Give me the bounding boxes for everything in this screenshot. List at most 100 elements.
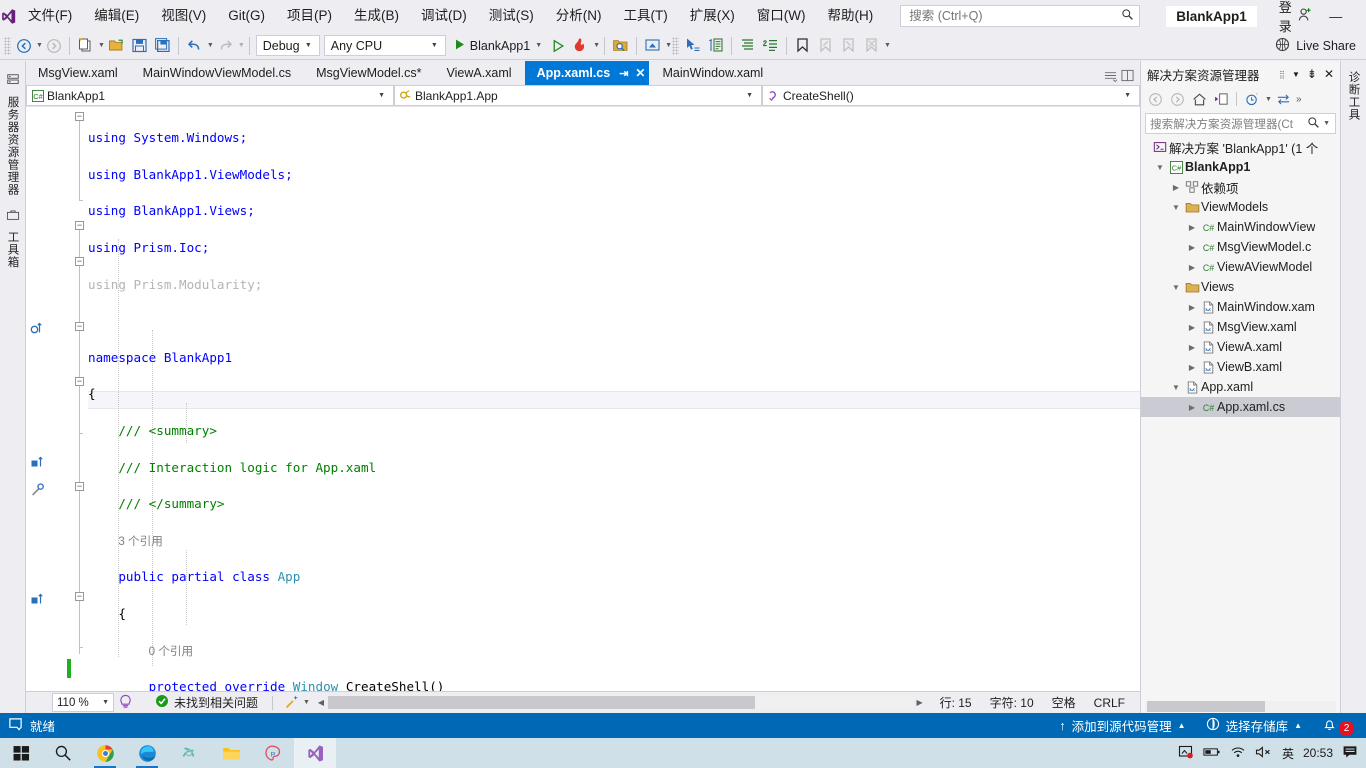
expander-right-icon[interactable]: ▶ [1185, 363, 1199, 372]
taskbar-app-icon[interactable] [168, 738, 210, 768]
expander-right-icon[interactable]: ▶ [1185, 303, 1199, 312]
editor-horizontal-scrollbar[interactable]: ◀ ▶ [314, 696, 927, 710]
indentation-indicator[interactable]: 空格 [1043, 694, 1085, 711]
taskbar-chrome-icon[interactable] [84, 738, 126, 768]
menu-tools[interactable]: 工具(T) [613, 0, 679, 32]
code-cleanup-icon[interactable] [284, 694, 299, 712]
outlining-margin[interactable]: − − − − − − − [72, 107, 88, 691]
project-selector-combo[interactable]: C# BlankApp1 ▼ [26, 85, 394, 106]
scrollbar-track[interactable] [327, 696, 913, 709]
select-repository-button[interactable]: 选择存储库 ▲ [1196, 713, 1312, 738]
search-input[interactable] [909, 9, 1120, 23]
tree-item-app-xaml-cs[interactable]: ▶ C# App.xaml.cs [1141, 397, 1340, 417]
tree-item-msgview-xaml[interactable]: ▶ MsgView.xaml [1141, 317, 1340, 337]
scrollbar-track[interactable] [1145, 700, 1336, 712]
tray-language-indicator[interactable]: 英 [1282, 745, 1294, 762]
menu-view[interactable]: 视图(V) [150, 0, 217, 32]
minimize-button[interactable]: — [1313, 0, 1359, 32]
scroll-left-icon[interactable]: ◀ [314, 698, 328, 707]
panel-menu-icon[interactable]: ▼ [1292, 70, 1300, 79]
menu-project[interactable]: 项目(P) [276, 0, 343, 32]
undo-dropdown-icon[interactable]: ▼ [207, 42, 214, 49]
tray-clock[interactable]: 20:53 [1303, 746, 1333, 760]
sign-in-button[interactable]: 登录 [1279, 0, 1313, 35]
menu-build[interactable]: 生成(B) [343, 0, 410, 32]
solution-tree[interactable]: 解决方案 'BlankApp1' (1 个 ▼ C# BlankApp1 ▶ 依… [1141, 137, 1340, 699]
menu-git[interactable]: Git(G) [217, 0, 276, 32]
pin-panel-icon[interactable]: ⇟ [1307, 67, 1317, 81]
toolbar-grip[interactable] [672, 36, 680, 55]
code-cleanup-dropdown-icon[interactable]: ▼ [303, 699, 310, 706]
navigate-backward-dropdown-icon[interactable]: ▼ [36, 42, 43, 49]
select-element-button[interactable] [681, 34, 704, 58]
pending-changes-filter-button[interactable] [1242, 89, 1262, 109]
solution-view-toggle-button[interactable] [1211, 89, 1231, 109]
toolbox-label[interactable]: 工具箱 [5, 225, 21, 275]
type-selector-combo[interactable]: BlankApp1.App ▼ [394, 85, 762, 106]
fold-toggle-using[interactable]: − [75, 112, 84, 121]
add-to-source-control-button[interactable]: ↑ 添加到源代码管理 ▲ [1049, 713, 1195, 738]
tree-item-folder-viewmodels[interactable]: ▼ ViewModels [1141, 197, 1340, 217]
expander-down-icon[interactable]: ▼ [1153, 163, 1167, 172]
solution-platform-combo[interactable]: Any CPU ▼ [323, 35, 446, 56]
toggle-bookmark-button[interactable] [791, 34, 814, 58]
menu-edit[interactable]: 编辑(E) [83, 0, 150, 32]
navigate-backward-button[interactable] [13, 34, 35, 58]
expander-right-icon[interactable]: ▶ [1185, 263, 1199, 272]
expander-right-icon[interactable]: ▶ [1185, 343, 1199, 352]
tree-item-msgviewmodel[interactable]: ▶ C# MsgViewModel.c [1141, 237, 1340, 257]
fold-toggle-registertypes[interactable]: − [75, 482, 84, 491]
server-explorer-icon[interactable] [6, 73, 20, 90]
diagnostic-tools-label[interactable]: 诊断工具 [1346, 65, 1362, 127]
tree-item-project-blankapp1[interactable]: ▼ C# BlankApp1 [1141, 157, 1340, 177]
solution-explorer-search[interactable]: 搜索解决方案资源管理器(Ct ▼ [1145, 113, 1336, 134]
new-project-dropdown-icon[interactable]: ▼ [98, 42, 105, 49]
source-code[interactable]: using System.Windows; using BlankApp1.Vi… [88, 107, 1140, 691]
menu-help[interactable]: 帮助(H) [816, 0, 884, 32]
start-button[interactable] [0, 738, 42, 768]
code-editor[interactable]: − − − − − − − using System.Windows; usin… [26, 107, 1140, 691]
tray-screenshot-icon[interactable] [1178, 744, 1194, 763]
member-selector-combo[interactable]: CreateShell() ▼ [762, 85, 1140, 106]
search-options-dropdown-icon[interactable]: ▼ [1323, 120, 1330, 127]
server-explorer-label[interactable]: 服务器资源管理器 [5, 90, 21, 202]
live-share-button[interactable]: Live Share [1265, 34, 1366, 58]
fold-toggle-commented-block[interactable]: − [75, 592, 84, 601]
tab-msgviewmodel-cs[interactable]: MsgViewModel.cs* [304, 61, 435, 85]
save-all-button[interactable] [151, 34, 174, 58]
notifications-button[interactable]: 2 [1312, 713, 1358, 738]
tree-item-viewaviewmodel[interactable]: ▶ C# ViewAViewModel [1141, 257, 1340, 277]
override-indicator-icon[interactable] [30, 592, 44, 609]
tray-wifi-icon[interactable] [1230, 745, 1246, 762]
pin-tab-icon[interactable]: ⇥ [619, 67, 628, 80]
tab-viewa-xaml[interactable]: ViewA.xaml [434, 61, 525, 85]
tree-item-viewb-xaml[interactable]: ▶ ViewB.xaml [1141, 357, 1340, 377]
toolbox-icon[interactable] [6, 208, 20, 225]
tab-list-dropdown-icon[interactable] [1104, 69, 1118, 85]
expander-right-icon[interactable]: ▶ [1185, 403, 1199, 412]
comment-selection-button[interactable] [759, 34, 782, 58]
line-ending-indicator[interactable]: CRLF [1085, 696, 1134, 710]
tab-app-xaml-cs[interactable]: App.xaml.cs ⇥ ✕ [524, 61, 651, 85]
tree-item-mainwindowviewmodel[interactable]: ▶ C# MainWindowView [1141, 217, 1340, 237]
expander-down-icon[interactable]: ▼ [1169, 283, 1183, 292]
scrollbar-thumb[interactable] [1147, 700, 1266, 712]
toolbar-overflow-icon[interactable]: ▼ [884, 42, 891, 49]
codelens-references[interactable]: 3 个引用 [118, 535, 162, 548]
open-file-button[interactable] [105, 34, 128, 58]
hot-reload-dropdown-icon[interactable]: ▼ [593, 42, 600, 49]
expander-right-icon[interactable]: ▶ [1185, 323, 1199, 332]
live-visual-tree-button[interactable] [641, 34, 664, 58]
search-icon[interactable] [1307, 116, 1320, 132]
tray-notification-center-icon[interactable] [1342, 744, 1358, 763]
taskbar-edge-icon[interactable] [126, 738, 168, 768]
menu-debug[interactable]: 调试(D) [410, 0, 478, 32]
intellicode-icon[interactable] [118, 694, 133, 712]
tree-item-viewa-xaml[interactable]: ▶ ViewA.xaml [1141, 337, 1340, 357]
tree-item-solution[interactable]: 解决方案 'BlankApp1' (1 个 [1141, 137, 1340, 157]
expander-right-icon[interactable]: ▶ [1185, 223, 1199, 232]
close-tab-icon[interactable]: ✕ [635, 66, 645, 80]
fold-toggle-summary[interactable]: − [75, 257, 84, 266]
fold-toggle-createshell[interactable]: − [75, 377, 84, 386]
tray-battery-icon[interactable] [1203, 745, 1221, 762]
